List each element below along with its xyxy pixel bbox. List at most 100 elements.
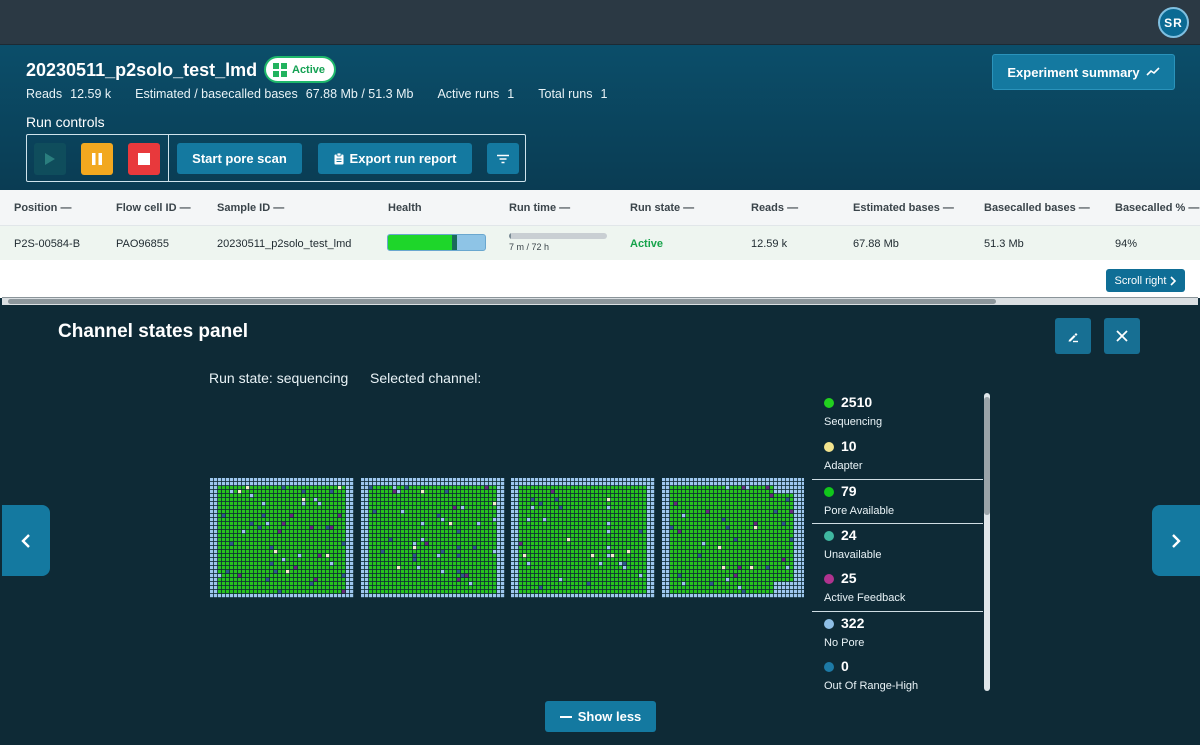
cell-run-time: 7 m / 72 h <box>509 242 550 252</box>
legend-scrollbar-thumb[interactable] <box>984 397 990 515</box>
stat-label: Total runs <box>538 87 593 101</box>
stop-icon <box>138 153 150 165</box>
status-badge-label: Active <box>292 63 326 76</box>
cell-flow-cell-id: PAO96855 <box>116 238 170 250</box>
legend-item[interactable]: 322 No Pore <box>812 611 983 655</box>
legend-count: 2510 <box>841 394 873 410</box>
legend-label: No Pore <box>824 637 865 649</box>
legend-scrollbar[interactable] <box>984 393 990 691</box>
experiment-summary-label: Experiment summary <box>1007 64 1140 80</box>
scroll-right-label: Scroll right <box>1114 274 1167 287</box>
column-header-basecalled-pct[interactable]: Basecalled % — <box>1115 202 1199 214</box>
column-header-health: Health <box>388 202 422 214</box>
channel-states-panel: Channel states panel Run state: sequenci… <box>0 305 1200 745</box>
legend-color-dot <box>824 442 834 452</box>
legend-item[interactable]: 24 Unavailable <box>812 523 983 567</box>
trend-line-icon <box>1146 67 1160 76</box>
legend-label: Adapter <box>824 460 863 472</box>
legend-color-dot <box>824 662 834 672</box>
stat-value: 1 <box>600 87 608 101</box>
panel-title: Channel states panel <box>58 321 249 342</box>
next-position-button[interactable] <box>1152 505 1200 576</box>
experiment-header: 20230511_p2solo_test_lmd Active Reads 12… <box>0 45 1200 190</box>
legend-count: 10 <box>841 438 857 454</box>
health-bar <box>387 234 486 251</box>
run-controls-label: Run controls <box>26 114 105 130</box>
status-grid-icon <box>273 62 287 77</box>
previous-position-button[interactable] <box>2 505 50 576</box>
legend-color-dot <box>824 619 834 629</box>
show-less-label: Show less <box>577 709 642 724</box>
column-header-basecalled-bases[interactable]: Basecalled bases — <box>984 202 1090 214</box>
column-header-sample-id[interactable]: Sample ID — <box>217 202 284 214</box>
stop-button[interactable] <box>128 143 160 175</box>
channel-state-legend: 2510 Sequencing 10 Adapter 79 Pore Available 2… <box>812 391 992 693</box>
positions-table: Position — Flow cell ID — Sample ID — He… <box>0 190 1200 298</box>
legend-label: Sequencing <box>824 416 883 428</box>
column-header-reads[interactable]: Reads — <box>751 202 798 214</box>
legend-item[interactable]: 2510 Sequencing <box>812 391 983 435</box>
table-row[interactable]: P2S-00584-B PAO96855 20230511_p2solo_tes… <box>0 226 1200 260</box>
legend-item[interactable]: 10 Adapter <box>812 435 983 479</box>
start-pore-scan-button[interactable]: Start pore scan <box>177 143 302 174</box>
stat-value: 12.59 k <box>70 87 112 101</box>
experiment-title: 20230511_p2solo_test_lmd <box>26 60 258 80</box>
panel-settings-button[interactable] <box>1055 318 1091 354</box>
legend-item[interactable]: 79 Pore Available <box>812 479 983 523</box>
channel-block[interactable] <box>210 478 354 598</box>
user-avatar[interactable]: SR <box>1158 7 1189 38</box>
column-header-position[interactable]: Position — <box>14 202 71 214</box>
filter-button[interactable] <box>487 143 519 174</box>
legend-color-dot <box>824 398 834 408</box>
column-header-flow-cell-id[interactable]: Flow cell ID — <box>116 202 191 214</box>
experiment-summary-button[interactable]: Experiment summary <box>992 54 1175 90</box>
channel-block[interactable] <box>361 478 505 598</box>
legend-count: 24 <box>841 527 857 543</box>
column-header-run-state[interactable]: Run state — <box>630 202 694 214</box>
close-panel-button[interactable] <box>1104 318 1140 354</box>
cell-position: P2S-00584-B <box>14 238 81 250</box>
channel-grid[interactable] <box>210 478 804 598</box>
stat-label: Reads <box>26 87 63 101</box>
clipboard-icon <box>334 152 344 164</box>
legend-count: 0 <box>841 658 849 674</box>
legend-item[interactable]: 25 Active Feedback <box>812 567 983 611</box>
pause-button[interactable] <box>81 143 113 175</box>
experiment-stats: Reads 12.59 k Estimated / basecalled bas… <box>26 87 631 101</box>
stat-value: 67.88 Mb / 51.3 Mb <box>305 87 414 101</box>
health-bar-fill <box>388 235 456 250</box>
stat-value: 1 <box>507 87 515 101</box>
play-button[interactable] <box>34 143 66 175</box>
table-header: Position — Flow cell ID — Sample ID — He… <box>0 190 1200 226</box>
top-bar: SR <box>0 0 1200 45</box>
filter-icon <box>497 154 509 163</box>
status-badge: Active <box>264 56 337 83</box>
column-header-estimated-bases[interactable]: Estimated bases — <box>853 202 954 214</box>
channel-block[interactable] <box>511 478 655 598</box>
run-time-progress <box>509 233 607 239</box>
legend-label: Unavailable <box>824 549 882 561</box>
legend-label: Pore Available <box>824 505 895 517</box>
play-icon <box>45 153 55 165</box>
legend-label: Out Of Range-High <box>824 680 919 692</box>
scroll-right-button[interactable]: Scroll right <box>1106 269 1185 292</box>
pause-icon <box>92 153 102 165</box>
export-run-report-button[interactable]: Export run report <box>318 143 472 174</box>
cell-run-state: Active <box>630 238 664 250</box>
chevron-right-icon <box>1172 533 1181 548</box>
legend-count: 25 <box>841 570 857 586</box>
legend-item[interactable]: 0 Out Of Range-High <box>812 655 983 693</box>
scrollbar-thumb[interactable] <box>8 299 996 304</box>
show-less-button[interactable]: Show less <box>545 701 656 732</box>
chevron-left-icon <box>21 533 30 548</box>
column-header-run-time[interactable]: Run time — <box>509 202 570 214</box>
legend-label: Active Feedback <box>824 592 906 604</box>
channel-block[interactable] <box>662 478 804 598</box>
export-run-report-label: Export run report <box>349 151 457 166</box>
stat-label: Estimated / basecalled bases <box>135 87 298 101</box>
legend-count: 322 <box>841 615 865 631</box>
cell-sample-id: 20230511_p2solo_test_lmd <box>217 238 352 250</box>
chevron-right-icon <box>1170 275 1177 286</box>
selected-channel-text: Selected channel: <box>370 370 482 386</box>
table-horizontal-scrollbar[interactable] <box>2 297 1198 305</box>
